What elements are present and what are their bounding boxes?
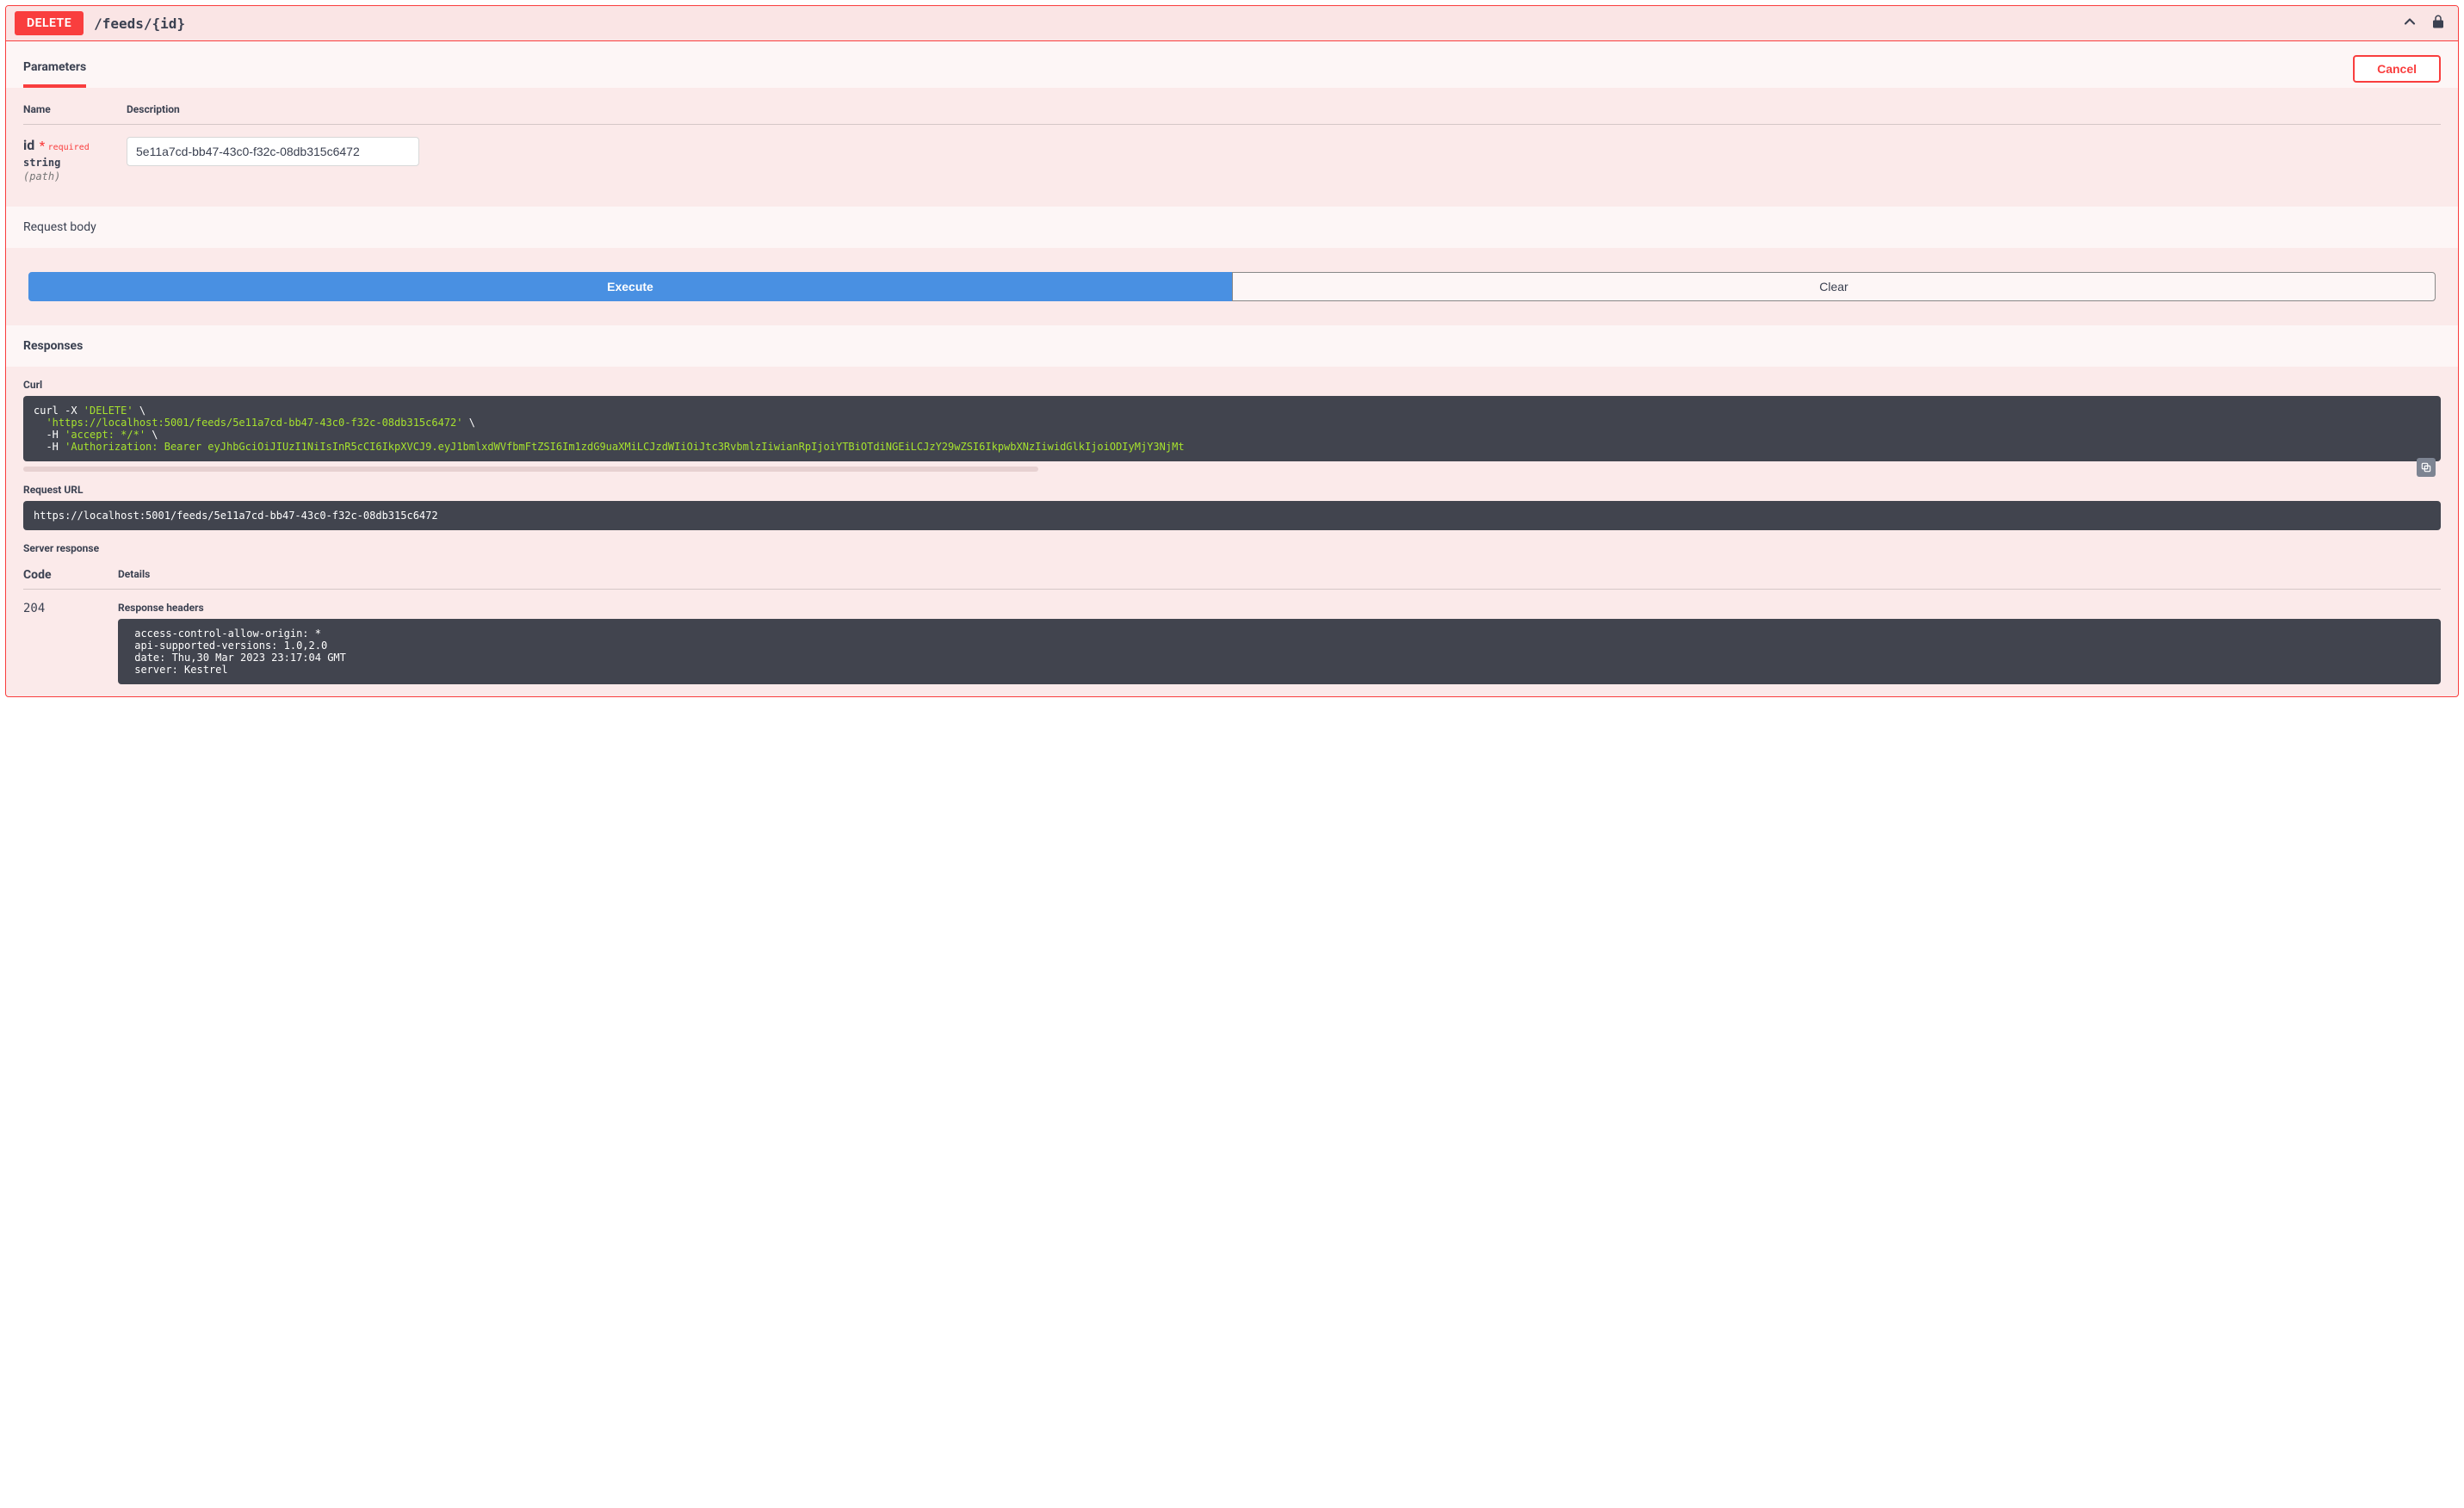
- parameters-tab[interactable]: Parameters: [23, 50, 86, 88]
- required-label: required: [48, 143, 90, 152]
- column-description: Description: [127, 103, 180, 115]
- curl-code[interactable]: curl -X 'DELETE' \ 'https://localhost:50…: [23, 396, 2441, 461]
- response-headers-code[interactable]: access-control-allow-origin: * api-suppo…: [118, 619, 2441, 684]
- column-details: Details: [118, 568, 150, 582]
- request-url-label: Request URL: [23, 484, 2441, 496]
- lock-icon[interactable]: [2430, 14, 2446, 33]
- parameters-header: Parameters Cancel: [6, 41, 2458, 88]
- parameters-table: Name Description id * required string (p…: [6, 88, 2458, 207]
- id-input[interactable]: [127, 137, 419, 166]
- response-status-code: 204: [23, 602, 118, 615]
- execute-button[interactable]: Execute: [28, 272, 1232, 301]
- server-response-label: Server response: [23, 542, 2441, 554]
- copy-icon[interactable]: [2417, 458, 2436, 477]
- curl-label: Curl: [23, 379, 2441, 391]
- chevron-up-icon[interactable]: [2401, 13, 2418, 34]
- parameter-meta: id * required string (path): [23, 137, 127, 182]
- required-star: *: [40, 139, 45, 153]
- responses-header: Responses: [6, 325, 2458, 367]
- request-body-section: Request body: [6, 207, 2458, 248]
- curl-wrap: curl -X 'DELETE' \ 'https://localhost:50…: [23, 396, 2441, 472]
- param-in: (path): [23, 170, 127, 182]
- parameters-columns: Name Description: [23, 88, 2441, 125]
- response-columns: Code Details: [23, 561, 2441, 590]
- column-name: Name: [23, 103, 127, 115]
- opblock-summary[interactable]: DELETE /feeds/{id}: [6, 6, 2458, 41]
- execute-bar: Execute Clear: [6, 248, 2458, 325]
- param-input-cell: [127, 137, 419, 166]
- column-code: Code: [23, 568, 118, 582]
- cancel-button[interactable]: Cancel: [2353, 55, 2441, 83]
- request-body-label: Request body: [23, 220, 96, 234]
- summary-icons: [2401, 13, 2449, 34]
- request-url-code[interactable]: https://localhost:5001/feeds/5e11a7cd-bb…: [23, 501, 2441, 530]
- param-name: id: [23, 137, 34, 153]
- response-headers-label: Response headers: [118, 602, 2441, 614]
- clear-button[interactable]: Clear: [1232, 272, 2436, 301]
- opblock-delete: DELETE /feeds/{id} Parameters Cancel Nam…: [5, 5, 2459, 697]
- http-method-badge: DELETE: [15, 11, 84, 35]
- horizontal-scrollbar[interactable]: [23, 467, 1038, 472]
- response-details: Response headers access-control-allow-or…: [118, 602, 2441, 684]
- param-type: string: [23, 157, 127, 169]
- response-row: 204 Response headers access-control-allo…: [23, 590, 2441, 684]
- responses-label: Responses: [23, 339, 83, 353]
- parameter-row: id * required string (path): [23, 125, 2441, 207]
- responses-body: Curl curl -X 'DELETE' \ 'https://localho…: [6, 367, 2458, 696]
- endpoint-path: /feeds/{id}: [94, 15, 2401, 32]
